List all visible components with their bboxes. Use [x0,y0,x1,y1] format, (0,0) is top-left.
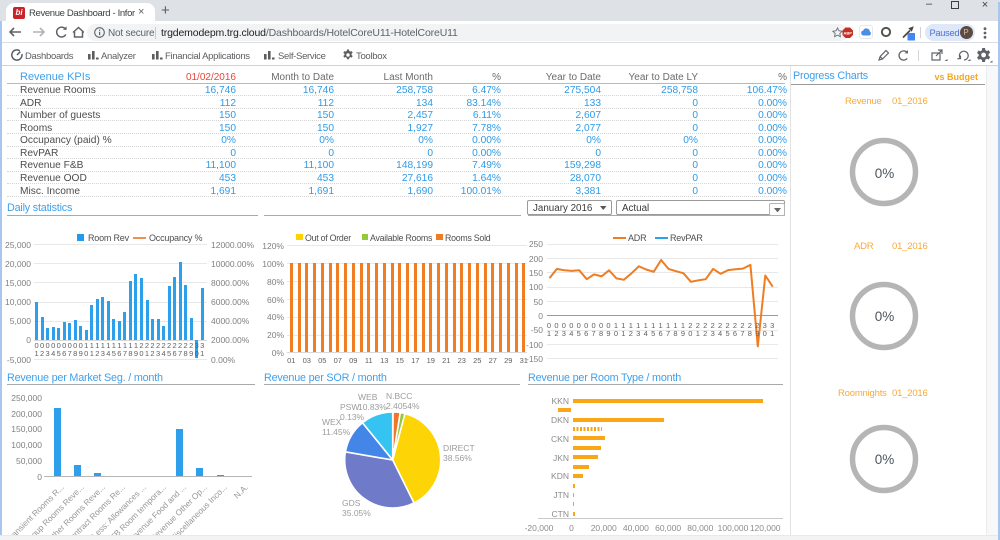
svg-text:ABP: ABP [844,30,853,35]
